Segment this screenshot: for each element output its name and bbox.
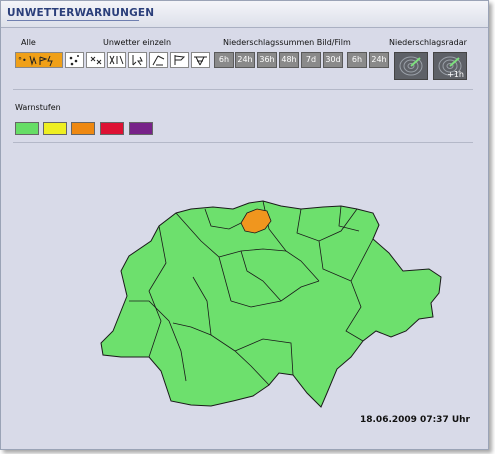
timestamp: 18.06.2009 07:37 Uhr bbox=[359, 415, 470, 425]
switzerland-map bbox=[100, 200, 442, 408]
warning-panel: UNWETTERWARNUNGEN Alle Unwetter einzeln … bbox=[0, 0, 489, 450]
